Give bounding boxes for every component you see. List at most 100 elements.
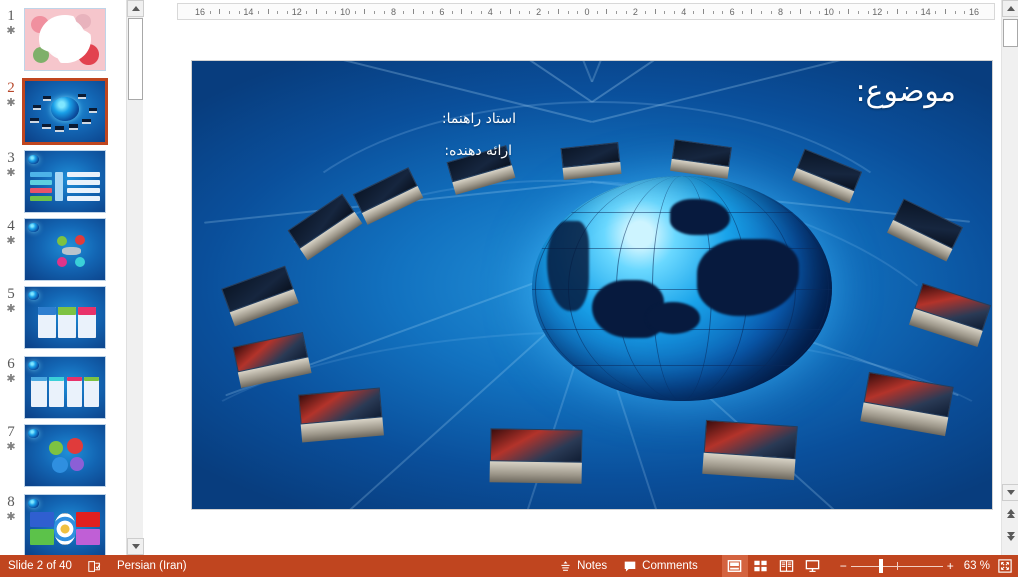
notes-button[interactable]: Notes — [551, 555, 615, 577]
thumbnail-slide-6[interactable]: 6 ✱ — [0, 354, 126, 422]
zoom-out-button[interactable]: − — [836, 555, 851, 577]
ruler-tick — [374, 11, 376, 14]
ruler-tick-label: 16 — [195, 7, 206, 17]
ruler-tick — [790, 11, 792, 14]
slide-area-scrollbar[interactable] — [1001, 0, 1018, 555]
ruler-tick — [306, 11, 308, 14]
ruler-tick — [451, 11, 453, 14]
slide-sorter-view-button[interactable] — [748, 555, 774, 577]
ruler-tick — [267, 9, 269, 14]
ruler-tick — [519, 11, 521, 14]
thumbnail-scroll-up-button[interactable] — [127, 0, 144, 17]
ruler-tick-label: 10 — [340, 7, 351, 17]
notes-label: Notes — [577, 560, 608, 572]
spell-check-button[interactable] — [80, 555, 109, 577]
thumbnail-meta: 5 ✱ — [0, 284, 22, 352]
ruler-tick — [867, 11, 869, 14]
slide-text-supervisor[interactable]: استاد راهنما: — [442, 111, 516, 127]
animation-star-icon: ✱ — [6, 511, 16, 523]
ruler-tick — [219, 9, 221, 14]
scroll-up-button[interactable] — [1002, 0, 1018, 17]
slide-canvas[interactable]: موضوع: استاد راهنما: ارائه دهنده: — [191, 60, 993, 510]
thumbnail-scroll-down-button[interactable] — [127, 538, 144, 555]
animation-star-icon: ✱ — [6, 373, 16, 385]
ruler-tick-label: 8 — [778, 7, 784, 17]
previous-slide-button[interactable] — [1002, 505, 1018, 522]
ruler-tick — [258, 11, 260, 14]
ruler-tick-label: 14 — [920, 7, 931, 17]
fit-slide-to-window-button[interactable] — [996, 555, 1018, 577]
thumbnail-image[interactable] — [24, 8, 106, 71]
comments-label: Comments — [642, 560, 698, 572]
zoom-in-label: + — [946, 559, 954, 573]
thumbnail-slide-1[interactable]: 1 ✱ — [0, 6, 126, 74]
ruler-tick-label: 2 — [536, 7, 542, 17]
thumbnail-slide-5[interactable]: 5 ✱ — [0, 284, 126, 352]
animation-star-icon: ✱ — [6, 303, 16, 315]
thumbnail-image[interactable] — [24, 356, 106, 419]
zoom-in-button[interactable]: + — [943, 555, 958, 577]
zoom-slider[interactable] — [850, 555, 943, 577]
chevron-down-icon — [1006, 490, 1015, 495]
slide-thumbnails-pane[interactable]: 1 ✱ 2 ✱ 3 ✱ 4 ✱ 5 ✱ 6 ✱ 7 ✱ 8 ✱ — [0, 0, 126, 555]
normal-view-button[interactable] — [721, 555, 748, 577]
ruler-tick — [364, 9, 366, 14]
thumbnail-scroll-thumb[interactable] — [128, 18, 143, 100]
zoom-slider-midpoint — [896, 562, 898, 570]
ruler-tick — [906, 11, 908, 14]
chevron-down-icon — [131, 544, 140, 549]
ruler-tick — [567, 11, 569, 14]
thumbnail-slide-8[interactable]: 8 ✱ — [0, 492, 126, 555]
thumbnail-slide-7[interactable]: 7 ✱ — [0, 422, 126, 490]
powerpoint-window: 1 ✱ 2 ✱ 3 ✱ 4 ✱ 5 ✱ 6 ✱ 7 ✱ 8 ✱ 16 14 12… — [0, 0, 1018, 577]
thumbnail-image[interactable] — [24, 424, 106, 487]
ruler-tick — [499, 11, 501, 14]
spell-check-icon — [88, 560, 101, 572]
language-indicator[interactable]: Persian (Iran) — [109, 555, 195, 577]
slide-counter[interactable]: Slide 2 of 40 — [0, 555, 80, 577]
slide-editing-area[interactable]: موضوع: استاد راهنما: ارائه دهنده: — [144, 22, 998, 555]
ruler-tick — [548, 11, 550, 14]
ruler-tick — [596, 11, 598, 14]
zoom-slider-handle[interactable] — [879, 559, 884, 573]
thumbnail-image[interactable] — [24, 286, 106, 349]
thumbnail-number: 1 — [7, 8, 15, 24]
thumbnail-image[interactable] — [22, 78, 108, 145]
scroll-down-button[interactable] — [1002, 484, 1018, 501]
ruler-tick — [857, 11, 859, 14]
thumbnail-meta: 6 ✱ — [0, 354, 22, 422]
ruler-tick-label: 4 — [681, 7, 687, 17]
thumbnail-number: 7 — [7, 424, 15, 440]
scroll-thumb[interactable] — [1003, 19, 1018, 47]
ruler-tick — [896, 9, 898, 14]
thumbnail-number: 5 — [7, 286, 15, 302]
ruler-tick — [229, 11, 231, 14]
ruler-tick — [528, 11, 530, 14]
zoom-level-button[interactable]: 63 % — [958, 555, 996, 577]
thumbnail-image[interactable] — [24, 150, 106, 213]
thumbnail-meta: 2 ✱ — [0, 78, 22, 146]
ruler-tick — [616, 11, 618, 14]
ruler-tick — [915, 11, 917, 14]
comments-button[interactable]: Comments — [615, 555, 706, 577]
ruler-tick — [935, 11, 937, 14]
thumbnail-slide-4[interactable]: 4 ✱ — [0, 216, 126, 284]
reading-view-icon — [780, 560, 794, 572]
slide-sorter-icon — [754, 560, 767, 572]
reading-view-button[interactable] — [774, 555, 800, 577]
thumbnail-slide-2[interactable]: 2 ✱ — [0, 78, 126, 146]
ruler-tick — [354, 11, 356, 14]
ruler-tick-label: 6 — [729, 7, 735, 17]
notes-icon — [561, 560, 570, 571]
thumbnail-image[interactable] — [24, 218, 106, 281]
thumbnail-meta: 8 ✱ — [0, 492, 22, 555]
thumbnail-pane-scrollbar[interactable] — [126, 0, 144, 555]
slide-text-presenter[interactable]: ارائه دهنده: — [444, 143, 512, 159]
horizontal-ruler[interactable]: 16 14 12 10 8 6 4 2 0 2 4 6 8 10 12 14 16 — [177, 3, 995, 20]
slide-title-topic[interactable]: موضوع: — [855, 74, 956, 109]
slideshow-view-button[interactable] — [800, 555, 826, 577]
thumbnail-slide-3[interactable]: 3 ✱ — [0, 148, 126, 216]
next-slide-button[interactable] — [1002, 528, 1018, 545]
thumbnail-image[interactable] — [24, 494, 106, 555]
thumbnail-number: 3 — [7, 150, 15, 166]
